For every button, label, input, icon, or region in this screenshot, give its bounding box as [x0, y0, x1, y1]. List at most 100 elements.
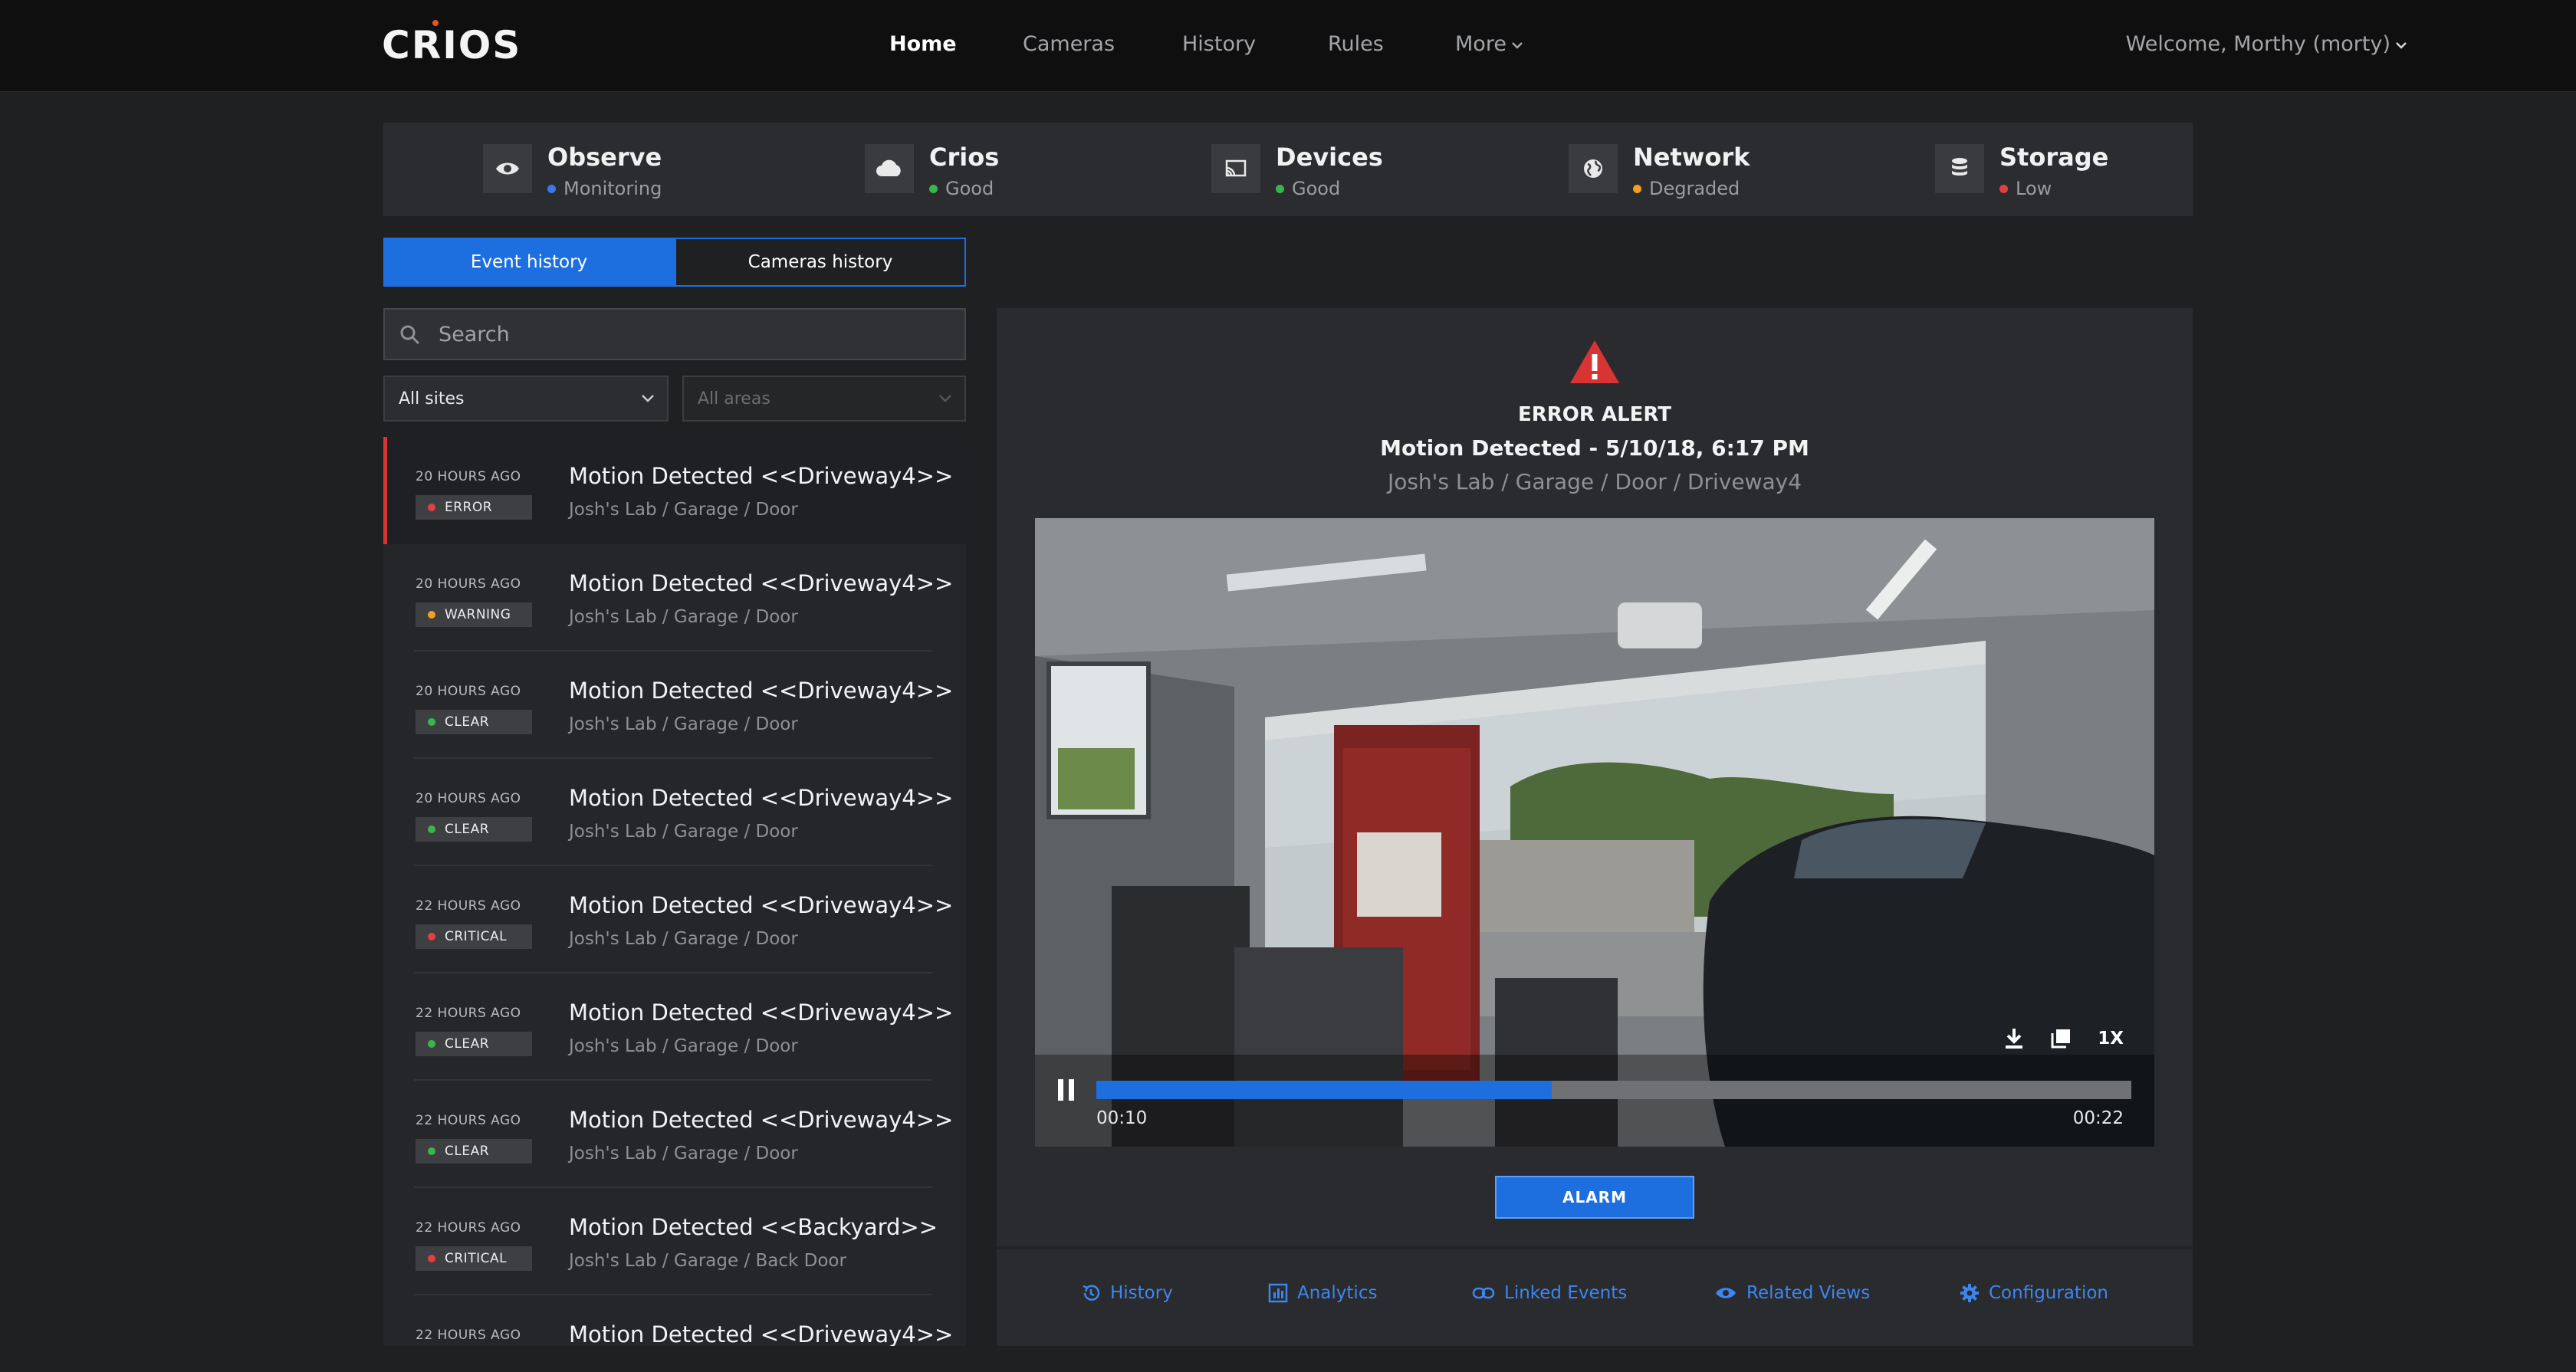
tab-event-history[interactable]: Event history: [383, 238, 675, 287]
severity-badge: CLEAR: [416, 817, 532, 842]
event-path: Josh's Lab / Garage / Door: [569, 500, 798, 520]
cloud-icon: [865, 144, 914, 193]
download-icon[interactable]: [2004, 1027, 2024, 1050]
nav-home[interactable]: Home: [889, 32, 957, 56]
globe-icon: [1569, 144, 1618, 193]
status-state: Degraded: [1633, 178, 1740, 199]
status-state: Good: [929, 178, 994, 199]
panel-divider: [997, 1246, 2193, 1249]
playback-speed-button[interactable]: 1X: [2098, 1029, 2124, 1049]
chevron-down-icon: [642, 395, 654, 402]
analytics-icon: [1268, 1283, 1288, 1303]
eye-icon: [483, 144, 532, 193]
severity-badge: CLEAR: [416, 1032, 532, 1056]
event-time: 22 HOURS AGO: [416, 1220, 521, 1236]
event-title: Motion Detected <<Driveway4>>: [569, 892, 954, 918]
search-box: [383, 308, 966, 360]
alarm-button[interactable]: ALARM: [1495, 1176, 1694, 1219]
user-menu[interactable]: Welcome, Morthy (morty): [2126, 32, 2407, 56]
event-time: 22 HOURS AGO: [416, 1328, 521, 1343]
severity-dot: [428, 1040, 435, 1048]
status-state: Good: [1276, 178, 1340, 199]
severity-badge: ERROR: [416, 495, 532, 520]
video-progress-bar[interactable]: [1096, 1081, 2131, 1099]
severity-badge: CLEAR: [416, 710, 532, 734]
search-icon: [400, 325, 420, 345]
event-detail-panel: ERROR ALERT Motion Detected - 5/10/18, 6…: [997, 308, 2193, 1346]
event-path: Josh's Lab / Garage / Door: [569, 607, 798, 627]
history-icon: [1083, 1285, 1100, 1301]
event-path: Josh's Lab / Garage / Door: [569, 1036, 798, 1056]
areas-filter-value: All areas: [698, 389, 770, 409]
pause-icon[interactable]: [1055, 1078, 1078, 1102]
event-row[interactable]: 20 HOURS AGO CLEAR Motion Detected <<Dri…: [383, 652, 966, 759]
eye-icon: [1716, 1288, 1736, 1298]
event-row[interactable]: 22 HOURS AGO Motion Detected <<Driveway4…: [383, 1295, 966, 1346]
logo-text: CRIOS: [382, 23, 522, 67]
crios-logo[interactable]: CRIOS: [382, 20, 522, 72]
chevron-down-icon: [2395, 32, 2407, 56]
status-title: Crios: [929, 143, 1000, 172]
copy-icon[interactable]: [2050, 1028, 2072, 1049]
tab-configuration[interactable]: Configuration: [1960, 1283, 2108, 1303]
event-row[interactable]: 22 HOURS AGO CRITICAL Motion Detected <<…: [383, 866, 966, 973]
event-time: 20 HOURS AGO: [416, 469, 521, 484]
event-path: Josh's Lab / Garage / Door: [569, 929, 798, 949]
event-row[interactable]: 20 HOURS AGO ERROR Motion Detected <<Dri…: [383, 437, 966, 544]
nav-rules[interactable]: Rules: [1328, 32, 1384, 56]
event-path: Josh's Lab / Garage / Door: [569, 822, 798, 842]
nav-more[interactable]: More: [1455, 32, 1523, 56]
event-time: 20 HOURS AGO: [416, 791, 521, 806]
top-navbar: CRIOS Home Cameras History Rules More We…: [0, 0, 2576, 92]
tab-cameras-history[interactable]: Cameras history: [675, 238, 966, 287]
link-icon: [1472, 1287, 1495, 1299]
event-row[interactable]: 20 HOURS AGO WARNING Motion Detected <<D…: [383, 544, 966, 652]
nav-cameras[interactable]: Cameras: [1023, 32, 1115, 56]
video-duration: 00:22: [2072, 1108, 2124, 1128]
search-input[interactable]: [437, 310, 958, 359]
tab-label: Configuration: [1989, 1283, 2108, 1303]
tab-related-views[interactable]: Related Views: [1714, 1283, 1870, 1303]
severity-badge: WARNING: [416, 602, 532, 627]
event-row[interactable]: 22 HOURS AGO CLEAR Motion Detected <<Dri…: [383, 1081, 966, 1188]
event-time: 22 HOURS AGO: [416, 1006, 521, 1021]
areas-filter-select[interactable]: All areas: [682, 376, 966, 422]
event-row[interactable]: 20 HOURS AGO CLEAR Motion Detected <<Dri…: [383, 759, 966, 866]
severity-dot: [428, 933, 435, 940]
event-time: 22 HOURS AGO: [416, 1113, 521, 1128]
tab-linked-events[interactable]: Linked Events: [1472, 1283, 1627, 1303]
severity-dot: [428, 611, 435, 619]
severity-badge: CRITICAL: [416, 1246, 532, 1271]
severity-dot: [428, 1147, 435, 1155]
status-dot: [547, 185, 556, 193]
system-status-strip: Observe Monitoring Crios Good Devices Go…: [383, 123, 2193, 216]
history-tabs: Event history Cameras history: [383, 238, 966, 287]
sites-filter-select[interactable]: All sites: [383, 376, 669, 422]
alert-title: Motion Detected - 5/10/18, 6:17 PM: [1380, 435, 1809, 461]
gear-icon: [1960, 1284, 1979, 1302]
severity-badge: CRITICAL: [416, 924, 532, 949]
tab-label: History: [1110, 1283, 1173, 1303]
nav-history[interactable]: History: [1182, 32, 1256, 56]
video-player[interactable]: 1X 00:10 00:22: [1035, 518, 2154, 1147]
tab-analytics[interactable]: Analytics: [1268, 1283, 1377, 1303]
alert-path: Josh's Lab / Garage / Door / Driveway4: [1387, 469, 1802, 494]
tab-history[interactable]: History: [1081, 1283, 1173, 1303]
severity-dot: [428, 718, 435, 726]
event-row[interactable]: 22 HOURS AGO CLEAR Motion Detected <<Dri…: [383, 973, 966, 1081]
severity-dot: [428, 825, 435, 833]
event-title: Motion Detected <<Driveway4>>: [569, 1321, 954, 1346]
status-state: Low: [1999, 178, 2052, 199]
status-dot: [1999, 185, 2008, 193]
event-list: 20 HOURS AGO ERROR Motion Detected <<Dri…: [383, 437, 966, 1346]
database-icon: [1935, 144, 1984, 193]
severity-dot: [428, 504, 435, 511]
video-current-time: 00:10: [1096, 1108, 1148, 1128]
event-row[interactable]: 22 HOURS AGO CRITICAL Motion Detected <<…: [383, 1188, 966, 1295]
event-time: 20 HOURS AGO: [416, 684, 521, 699]
severity-badge: CLEAR: [416, 1139, 532, 1164]
status-dot: [929, 185, 938, 193]
video-progress-fill: [1096, 1081, 1552, 1099]
event-title: Motion Detected <<Driveway4>>: [569, 570, 954, 596]
tab-label: Related Views: [1746, 1283, 1871, 1303]
